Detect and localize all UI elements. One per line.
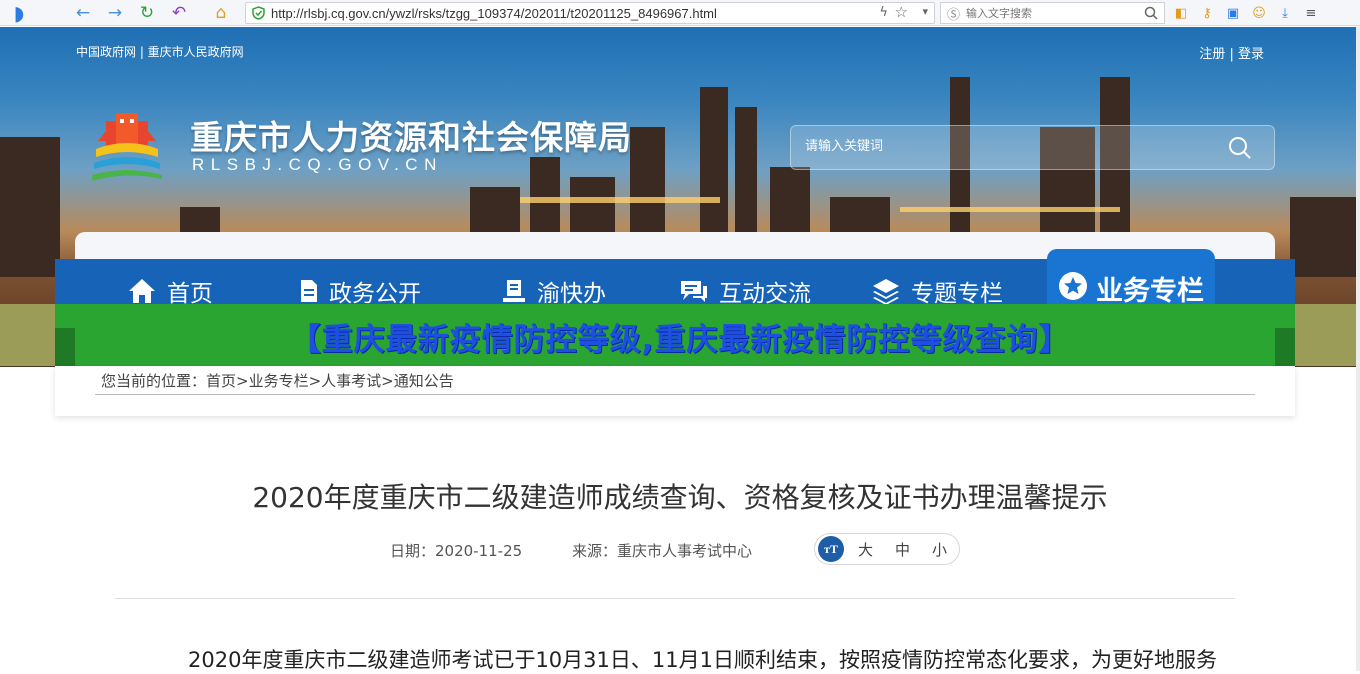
secure-shield-icon xyxy=(252,6,265,20)
lightning-icon[interactable]: ϟ xyxy=(879,5,888,20)
browser-search-box[interactable]: Ⓢ xyxy=(940,2,1165,24)
city-lights xyxy=(900,207,1120,212)
font-large-button[interactable]: 大 xyxy=(858,539,873,560)
star-icon xyxy=(1059,272,1087,300)
refresh-icon[interactable]: ↻ xyxy=(134,0,160,26)
article-source: 来源：重庆市人事考试中心 xyxy=(572,542,753,560)
translate-icon[interactable]: ▣ xyxy=(1224,4,1242,22)
font-small-button[interactable]: 小 xyxy=(932,539,947,560)
register-link[interactable]: 注册 xyxy=(1199,47,1225,62)
document-icon xyxy=(301,280,317,302)
city-lights xyxy=(520,197,720,203)
nav-topics-label: 专题专栏 xyxy=(911,281,1003,307)
headline-banner: 【重庆最新疫情防控等级,重庆最新疫情防控等级查询】 xyxy=(0,304,1360,366)
undo-icon[interactable]: ↶ xyxy=(166,0,192,26)
home-icon xyxy=(129,279,155,303)
site-title: 重庆市人力资源和社会保障局 xyxy=(190,118,632,157)
search-icon[interactable] xyxy=(1228,136,1252,160)
extension-icon[interactable]: ◧ xyxy=(1172,4,1190,22)
nav-gov-affairs-label: 政务公开 xyxy=(329,281,421,307)
login-link[interactable]: 登录 xyxy=(1238,47,1264,62)
breadcrumb[interactable]: 您当前的位置：首页>业务专栏>人事考试>通知公告 xyxy=(101,370,454,391)
gov-links[interactable]: 中国政府网 | 重庆市人民政府网 xyxy=(76,43,244,60)
browser-logo-icon: ◗ xyxy=(13,0,25,25)
forward-icon[interactable]: → xyxy=(102,0,128,26)
font-medium-button[interactable]: 中 xyxy=(895,539,910,560)
nav-yukuaiban-label: 渝快办 xyxy=(537,281,606,307)
search-engine-icon: Ⓢ xyxy=(947,7,961,23)
page-scrollbar[interactable] xyxy=(1356,27,1360,671)
emoji-icon[interactable]: ☺ xyxy=(1250,4,1268,22)
layers-icon xyxy=(873,279,899,305)
url-text: http://rlsbj.cq.gov.cn/ywzl/rsks/tzgg_10… xyxy=(271,5,717,21)
site-search-input[interactable] xyxy=(805,139,1205,154)
site-domain: RLSBJ.CQ.GOV.CN xyxy=(192,155,443,174)
breadcrumb-divider xyxy=(95,394,1255,395)
article-body: 2020年度重庆市二级建造师考试已于10月31日、11月1日顺利结束，按照疫情防… xyxy=(188,648,1217,672)
nav-home-label: 首页 xyxy=(167,281,213,307)
chat-icon xyxy=(681,281,707,302)
banner-headline: 【重庆最新疫情防控等级,重庆最新疫情防控等级查询】 xyxy=(289,322,1071,358)
skyline-building xyxy=(1290,197,1360,277)
menu-icon[interactable]: ≡ xyxy=(1302,4,1320,22)
breadcrumb-card: 您当前的位置：首页>业务专栏>人事考试>通知公告 xyxy=(55,366,1295,416)
nav-business-label: 业务专栏 xyxy=(1096,276,1204,307)
back-icon[interactable]: ← xyxy=(70,0,96,26)
browser-search-input[interactable] xyxy=(966,6,1137,20)
site-logo-icon[interactable] xyxy=(92,107,162,181)
article-divider xyxy=(115,598,1235,599)
font-size-icon: тT xyxy=(818,536,844,562)
skyline-building xyxy=(0,137,60,277)
browser-toolbar: ◗ ← → ↻ ↶ ⌂ http://rlsbj.cq.gov.cn/ywzl/… xyxy=(0,0,1360,26)
account-links: 注册 | 登录 xyxy=(1199,43,1264,62)
link-separator: | xyxy=(1229,47,1234,62)
bookmark-star-icon[interactable]: ☆ xyxy=(895,3,908,21)
search-icon[interactable] xyxy=(1144,6,1158,20)
download-icon[interactable]: ⤓ xyxy=(1276,4,1294,22)
office-icon xyxy=(503,280,525,302)
font-size-controls: тT 大 中 小 xyxy=(814,533,960,565)
key-icon[interactable]: ⚷ xyxy=(1198,4,1216,22)
dropdown-icon[interactable]: ▾ xyxy=(922,5,928,18)
nav-interaction-label: 互动交流 xyxy=(719,281,811,307)
home-browser-icon[interactable]: ⌂ xyxy=(208,0,234,26)
article-date: 日期：2020-11-25 xyxy=(390,542,523,560)
site-search-box[interactable] xyxy=(790,125,1275,170)
browser-tools: ◧ ⚷ ▣ ☺ ⤓ ≡ xyxy=(1172,0,1320,26)
address-bar[interactable]: http://rlsbj.cq.gov.cn/ywzl/rsks/tzgg_10… xyxy=(245,2,935,24)
article-title: 2020年度重庆市二级建造师成绩查询、资格复核及证书办理温馨提示 xyxy=(252,481,1108,514)
